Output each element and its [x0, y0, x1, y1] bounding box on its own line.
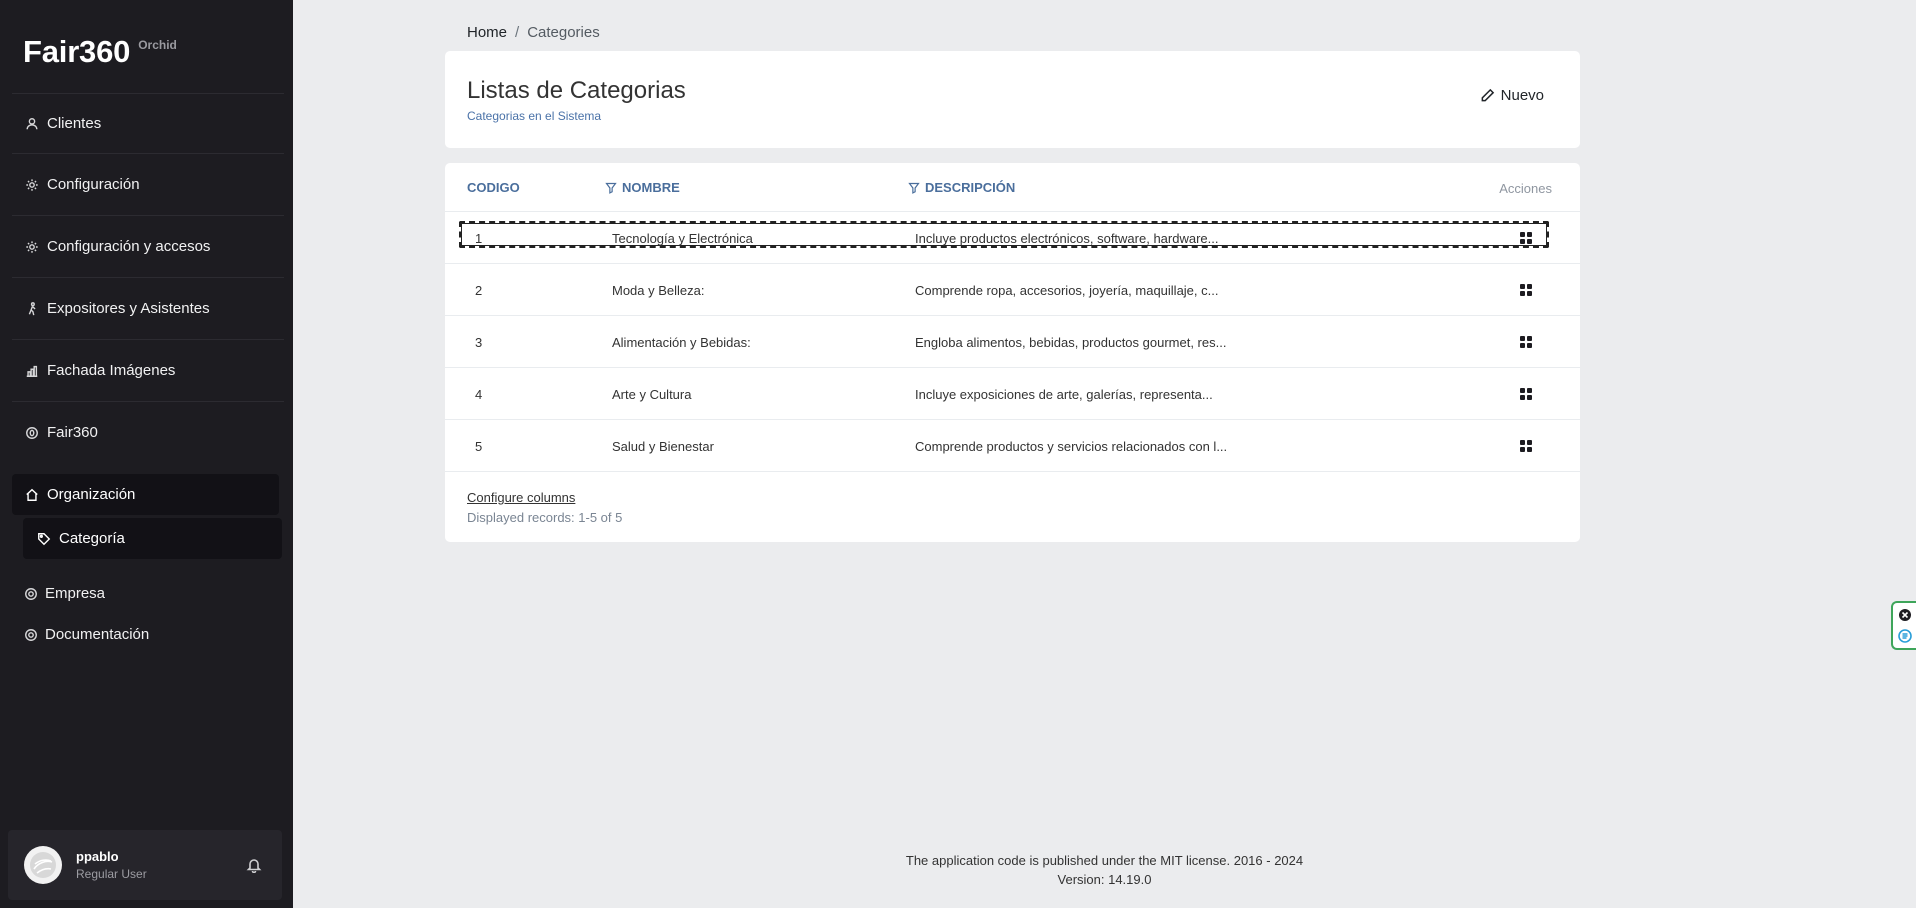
sidebar-item-configuracion[interactable]: Configuración	[12, 153, 284, 215]
column-header-label: DESCRIPCIÓN	[925, 180, 1016, 195]
cell-codigo: 1	[475, 231, 483, 246]
user-icon	[25, 117, 39, 131]
close-icon[interactable]	[1898, 608, 1912, 622]
sidebar-item-label: Clientes	[47, 115, 102, 132]
cell-codigo: 5	[475, 439, 483, 454]
version-text: Version: 14.19.0	[1057, 872, 1152, 887]
sidebar-item-label: Empresa	[45, 585, 106, 602]
brand-sub: Orchid	[138, 38, 177, 52]
tag-icon	[37, 532, 51, 546]
cell-nombre: Tecnología y Electrónica	[612, 231, 753, 246]
categories-table: CODIGO NOMBRE DESCRIPCIÓN Acciones 1 Tec…	[445, 163, 1580, 542]
cell-descripcion: Comprende productos y servicios relacion…	[915, 439, 1228, 454]
sidebar-item-empresa[interactable]: Empresa	[24, 585, 105, 602]
table-row[interactable]: 1 Tecnología y Electrónica Incluye produ…	[445, 212, 1580, 264]
sidebar-item-clientes[interactable]: Clientes	[12, 93, 284, 153]
gear-icon	[25, 178, 39, 192]
table-row[interactable]: 3 Alimentación y Bebidas: Engloba alimen…	[445, 316, 1580, 368]
cell-descripcion: Engloba alimentos, bebidas, productos go…	[915, 335, 1227, 350]
page-title: Listas de Categorias	[467, 77, 686, 104]
sidebar-item-organizacion[interactable]: Organización	[12, 474, 279, 515]
table-row[interactable]: 4 Arte y Cultura Incluye exposiciones de…	[445, 368, 1580, 420]
user-profile[interactable]: ppablo Regular User	[8, 830, 282, 900]
column-header-label: CODIGO	[467, 180, 520, 195]
configure-columns-link[interactable]: Configure columns	[467, 490, 575, 505]
filter-icon[interactable]	[908, 182, 920, 194]
sidebar-nav: Clientes Configuración Configuración y a…	[12, 93, 284, 463]
sidebar-item-label: Fachada Imágenes	[47, 362, 176, 379]
table-row[interactable]: 5 Salud y Bienestar Comprende productos …	[445, 420, 1580, 472]
sidebar-item-label: Configuración	[47, 176, 140, 193]
gear-icon	[24, 587, 38, 601]
cell-descripcion: Incluye productos electrónicos, software…	[915, 231, 1219, 246]
actions-menu-icon[interactable]	[1520, 336, 1532, 348]
column-header-label: NOMBRE	[622, 180, 680, 195]
sidebar: Fair360 Orchid Clientes Configuración Co…	[0, 0, 293, 908]
gear-icon	[24, 628, 38, 642]
sidebar-item-label: Fair360	[47, 424, 98, 441]
circle-icon	[25, 426, 39, 440]
cell-codigo: 3	[475, 335, 483, 350]
person-walking-icon	[25, 301, 39, 316]
cell-descripcion: Incluye exposiciones de arte, galerías, …	[915, 387, 1213, 402]
cell-descripcion: Comprende ropa, accesorios, joyería, maq…	[915, 283, 1219, 298]
new-button[interactable]: Nuevo	[1480, 87, 1544, 104]
page-header: Listas de Categorias Categorias en el Si…	[445, 51, 1580, 148]
user-name: ppablo	[76, 849, 119, 864]
sidebar-item-fachada[interactable]: Fachada Imágenes	[12, 339, 284, 401]
bar-chart-icon	[25, 364, 39, 378]
cell-codigo: 4	[475, 387, 483, 402]
cell-nombre: Moda y Belleza:	[612, 283, 705, 298]
breadcrumb-home[interactable]: Home	[467, 24, 507, 41]
records-count: Displayed records: 1-5 of 5	[467, 510, 623, 525]
sidebar-item-documentacion[interactable]: Documentación	[24, 626, 149, 643]
sidebar-item-label: Configuración y accesos	[47, 238, 211, 255]
table-row[interactable]: 2 Moda y Belleza: Comprende ropa, acceso…	[445, 264, 1580, 316]
sidebar-item-fair360[interactable]: Fair360	[12, 401, 284, 463]
sidebar-item-label: Expositores y Asistentes	[47, 300, 210, 317]
breadcrumb-separator: /	[515, 24, 520, 41]
breadcrumb-current: Categories	[527, 24, 600, 41]
cell-codigo: 2	[475, 283, 483, 298]
column-header-codigo[interactable]: CODIGO	[467, 180, 520, 195]
actions-menu-icon[interactable]	[1520, 440, 1532, 452]
license-text: The application code is published under …	[905, 853, 1304, 868]
avatar	[24, 846, 62, 884]
gear-icon	[25, 240, 39, 254]
page-subtitle: Categorias en el Sistema	[467, 109, 602, 123]
cell-nombre: Salud y Bienestar	[612, 439, 714, 454]
brand[interactable]: Fair360 Orchid	[23, 34, 177, 70]
side-widget	[1891, 601, 1916, 650]
breadcrumb: Home / Categories	[467, 24, 600, 41]
column-header-descripcion[interactable]: DESCRIPCIÓN	[908, 180, 1015, 195]
sidebar-item-categoria[interactable]: Categoría	[23, 518, 282, 559]
sidebar-item-configuracion-accesos[interactable]: Configuración y accesos	[12, 215, 284, 277]
actions-menu-icon[interactable]	[1520, 388, 1532, 400]
sidebar-item-label: Categoría	[59, 530, 125, 547]
pencil-icon	[1481, 88, 1494, 102]
column-header-nombre[interactable]: NOMBRE	[605, 180, 680, 195]
extension-icon[interactable]	[1898, 629, 1912, 643]
sidebar-item-expositores[interactable]: Expositores y Asistentes	[12, 277, 284, 339]
new-button-label: Nuevo	[1500, 87, 1544, 104]
sidebar-item-label: Organización	[47, 486, 136, 503]
cell-nombre: Alimentación y Bebidas:	[612, 335, 751, 350]
bell-icon[interactable]	[246, 857, 262, 874]
cell-nombre: Arte y Cultura	[612, 387, 692, 402]
actions-menu-icon[interactable]	[1520, 284, 1532, 296]
user-role: Regular User	[76, 867, 147, 881]
actions-menu-icon[interactable]	[1520, 232, 1532, 244]
sidebar-item-label: Documentación	[45, 626, 150, 643]
footer: The application code is published under …	[293, 851, 1916, 889]
filter-icon[interactable]	[605, 182, 617, 194]
house-icon	[25, 488, 39, 502]
brand-name: Fair360	[23, 34, 131, 69]
column-header-acciones: Acciones	[1499, 181, 1552, 196]
